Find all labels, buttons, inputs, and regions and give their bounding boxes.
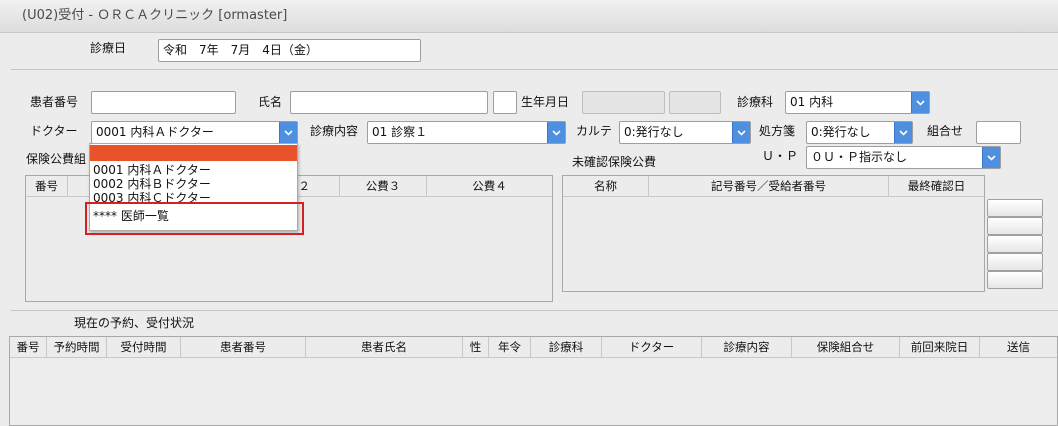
chevron-down-icon[interactable] <box>894 122 912 143</box>
dropdown-option[interactable]: 0002 内科Ｂドクター <box>93 177 211 191</box>
column-header: 名称 <box>563 176 649 197</box>
combination-label: 組合せ <box>927 124 964 138</box>
patient-name-input[interactable] <box>290 91 488 114</box>
divider <box>11 69 1058 70</box>
date-field[interactable]: 令和 7年 7月 4日（金） <box>158 39 421 62</box>
dropdown-option[interactable]: 0001 内科Ａドクター <box>93 163 211 177</box>
column-header: 性 <box>463 337 489 358</box>
window-title: (U02)受付 - ＯＲＣＡクリニック [ormaster] <box>0 0 1058 33</box>
column-header: 前回来院日 <box>900 337 980 358</box>
insurance-panel-title: 保険公費組 <box>26 152 87 166</box>
side-button-4[interactable] <box>987 253 1043 271</box>
column-header: 診療内容 <box>702 337 792 358</box>
dob-field <box>582 91 665 114</box>
prescription-select[interactable]: 0:発行なし <box>806 121 913 144</box>
column-header: 診療科 <box>531 337 602 358</box>
divider <box>11 310 1058 311</box>
column-header: ドクター <box>602 337 702 358</box>
treatment-label: 診療内容 <box>310 124 359 138</box>
up-value: ０Ｕ・Ｐ指示なし <box>811 150 908 164</box>
patient-sex-input[interactable] <box>493 91 517 114</box>
column-header: 記号番号／受給者番号 <box>649 176 889 197</box>
up-select[interactable]: ０Ｕ・Ｐ指示なし <box>806 146 1001 169</box>
side-button-5[interactable] <box>987 271 1043 289</box>
doctor-value: 0001 内科Ａドクター <box>96 125 214 139</box>
chart-value: 0:発行なし <box>624 125 684 139</box>
reservation-title: 現在の予約、受付状況 <box>74 316 195 330</box>
patient-id-input[interactable] <box>91 91 236 114</box>
chart-select[interactable]: 0:発行なし <box>619 121 751 144</box>
column-header: 送信 <box>1007 340 1030 354</box>
highlight-box <box>85 202 304 235</box>
reservation-table-header: 番号 予約時間 受付時間 患者番号 患者氏名 性 年令 診療科 ドクター 診療内… <box>10 337 1057 358</box>
column-header: 公費４ <box>472 179 507 193</box>
department-select[interactable]: 01 内科 <box>785 91 930 114</box>
date-label: 診療日 <box>90 41 127 55</box>
chevron-down-icon[interactable] <box>547 122 565 143</box>
side-button-1[interactable] <box>987 199 1043 217</box>
column-header: 受付時間 <box>107 337 181 358</box>
column-header: 番号 <box>10 337 47 358</box>
patient-id-label: 患者番号 <box>30 95 79 109</box>
unconfirmed-panel-title: 未確認保険公費 <box>572 155 657 169</box>
combination-input[interactable] <box>976 121 1021 144</box>
column-header: 公費３ <box>340 176 427 197</box>
doctor-label: ドクター <box>30 124 78 138</box>
chevron-down-icon[interactable] <box>911 92 929 113</box>
age-field <box>669 91 721 114</box>
chevron-down-icon[interactable] <box>279 122 297 143</box>
column-header: 保険組合せ <box>792 337 900 358</box>
column-header: 患者番号 <box>181 337 306 358</box>
chevron-down-icon[interactable] <box>982 147 1000 168</box>
chart-label: カルテ <box>576 124 613 138</box>
column-header: 番号 <box>26 176 68 197</box>
treatment-value: 01 診察１ <box>372 125 428 139</box>
unconfirmed-table[interactable]: 名称 記号番号／受給者番号 最終確認日 <box>562 175 985 292</box>
prescription-label: 処方箋 <box>759 124 796 138</box>
side-button-2[interactable] <box>987 217 1043 235</box>
patient-name-label: 氏名 <box>258 95 283 109</box>
department-label: 診療科 <box>737 95 774 109</box>
department-value: 01 内科 <box>790 95 834 109</box>
dob-label: 生年月日 <box>521 95 570 109</box>
column-header: 予約時間 <box>47 337 107 358</box>
side-button-3[interactable] <box>987 235 1043 253</box>
up-label: Ｕ・Ｐ <box>762 149 799 163</box>
reservation-table[interactable]: 番号 予約時間 受付時間 患者番号 患者氏名 性 年令 診療科 ドクター 診療内… <box>9 336 1058 426</box>
prescription-value: 0:発行なし <box>811 125 871 139</box>
column-header: 最終確認日 <box>907 179 966 193</box>
chevron-down-icon[interactable] <box>732 122 750 143</box>
dropdown-selected-row[interactable] <box>90 145 297 161</box>
treatment-select[interactable]: 01 診察１ <box>367 121 566 144</box>
column-header: 年令 <box>489 337 531 358</box>
doctor-select[interactable]: 0001 内科Ａドクター <box>91 121 298 144</box>
column-header: 患者氏名 <box>306 337 463 358</box>
unconfirmed-table-header: 名称 記号番号／受給者番号 最終確認日 <box>563 176 984 197</box>
